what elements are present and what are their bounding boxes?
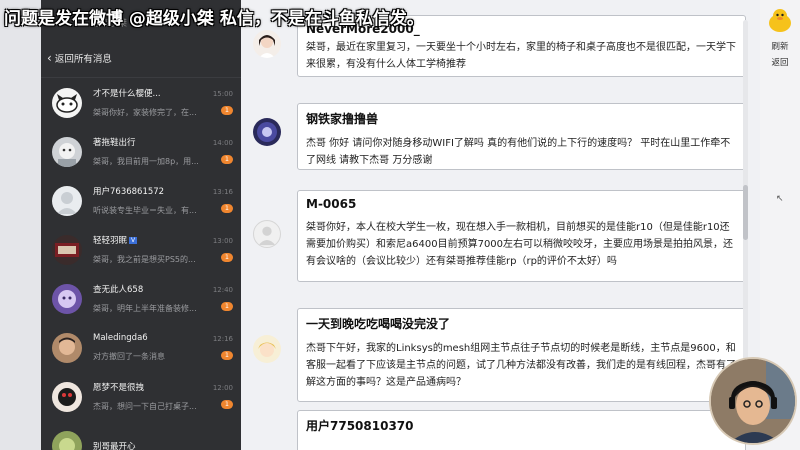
conversation-preview: 桀哥，明年上半年准备装修... bbox=[93, 304, 197, 313]
conversation-name: 才不是什么樱便... bbox=[93, 89, 161, 99]
conversation-preview: 桀哥，我之前是想买PS5的... bbox=[93, 255, 196, 264]
unread-badge: 1 bbox=[221, 351, 233, 360]
unread-badge: 1 bbox=[221, 302, 233, 311]
conversation-preview: 桀哥，我目前用一加8p，用... bbox=[93, 157, 199, 166]
conversation-time: 12:40 bbox=[212, 286, 233, 294]
message-item: 一天到晚吃吃喝喝没完没了 杰哥下午好，我家的Linksys的mesh组网主节点往… bbox=[253, 308, 747, 403]
avatar bbox=[253, 220, 281, 248]
avatar bbox=[52, 185, 82, 216]
conversation-name: 著拖鞋出行 bbox=[93, 138, 136, 148]
conversation-item[interactable]: Maledingda6 对方撤回了一条消息 12:16 1 bbox=[41, 323, 241, 372]
message-sender: 用户7750810370 bbox=[306, 419, 414, 433]
message-sender: 一天到晚吃吃喝喝没完没了 bbox=[306, 317, 451, 331]
conversation-name: 别哥最开心 bbox=[93, 441, 136, 450]
scrollbar-thumb[interactable] bbox=[743, 185, 748, 240]
avatar bbox=[52, 332, 82, 363]
conversation-sidebar: 超级小桀 ‹ 返回所有消息 才不是什么樱便... 桀哥你好，家装修完了，在...… bbox=[41, 0, 241, 450]
unread-badge: 1 bbox=[221, 106, 233, 115]
avatar bbox=[52, 283, 82, 314]
conversation-name: 查无此人658 bbox=[93, 285, 144, 295]
conversation-item[interactable]: 查无此人658 桀哥，明年上半年准备装修... 12:40 1 bbox=[41, 274, 241, 323]
conversation-name-row: 轻轻羽眠 V bbox=[93, 234, 211, 246]
conversation-preview: 对方撤回了一条消息 bbox=[93, 352, 165, 361]
unread-badge: 1 bbox=[221, 204, 233, 213]
conversation-item[interactable]: 用户7636861572 听说装专生毕业＝失业，有... 13:16 1 bbox=[41, 176, 241, 225]
message-item: 钢铁家撸撸兽 杰哥 你好 请问你对随身移动WIFI了解吗 真的有他们说的上下行的… bbox=[253, 100, 747, 170]
webcam-overlay bbox=[709, 357, 797, 445]
avatar bbox=[52, 234, 82, 265]
conversation-time: 12:00 bbox=[212, 384, 233, 392]
conversation-time: 15:00 bbox=[212, 90, 233, 98]
message-item: M-0065 桀哥你好，本人在校大学生一枚，现在想入手一款相机，目前想买的是佳能… bbox=[253, 190, 747, 285]
message-card[interactable]: M-0065 桀哥你好，本人在校大学生一枚，现在想入手一款相机，目前想买的是佳能… bbox=[297, 190, 746, 282]
conversation-preview: 听说装专生毕业＝失业，有... bbox=[93, 206, 197, 215]
conversation-preview: 杰哥，想问一下自己打桌子... bbox=[93, 402, 197, 411]
conversation-time: 13:00 bbox=[212, 237, 233, 245]
message-body: 桀哥，最近在家里复习，一天要坐十个小时左右，家里的椅子和桌子高度也不是很匹配，一… bbox=[306, 42, 736, 70]
back-to-all-messages[interactable]: ‹ 返回所有消息 bbox=[41, 38, 241, 78]
streamer-avatar bbox=[711, 359, 795, 443]
mouse-cursor-icon: ↖ bbox=[776, 194, 784, 204]
conversation-item[interactable]: 轻轻羽眠 V 桀哥，我之前是想买PS5的... 13:00 1 bbox=[41, 225, 241, 274]
duck-logo-icon bbox=[769, 9, 791, 32]
avatar bbox=[253, 118, 281, 146]
conversation-name: 愿梦不是很拽 bbox=[93, 383, 145, 393]
unread-badge: 1 bbox=[221, 155, 233, 164]
avatar bbox=[52, 87, 82, 118]
avatar bbox=[52, 430, 82, 450]
conversation-item[interactable]: 愿梦不是很拽 杰哥，想问一下自己打桌子... 12:00 1 bbox=[41, 372, 241, 421]
conversation-time: 12:16 bbox=[212, 335, 233, 343]
message-card[interactable]: 一天到晚吃吃喝喝没完没了 杰哥下午好，我家的Linksys的mesh组网主节点往… bbox=[297, 308, 746, 402]
conversation-time: 13:16 bbox=[212, 188, 233, 196]
avatar bbox=[52, 136, 82, 167]
refresh-button[interactable]: 刷新 bbox=[760, 40, 800, 52]
avatar bbox=[253, 30, 281, 58]
message-body: 杰哥下午好，我家的Linksys的mesh组网主节点往子节点切的时候老是断线，主… bbox=[306, 343, 736, 388]
conversation-item[interactable]: 别哥最开心 bbox=[41, 421, 241, 450]
overlay-caption: 问题是发在微博 @超级小桀 私信，不是在斗鱼私信发。 bbox=[4, 9, 424, 29]
chevron-left-icon: ‹ bbox=[47, 50, 52, 65]
conversation-name: Maledingda6 bbox=[93, 333, 148, 343]
unread-badge: 1 bbox=[221, 400, 233, 409]
conversation-name: 轻轻羽眠 bbox=[93, 236, 128, 246]
conversation-preview: 桀哥你好，家装修完了，在... bbox=[93, 108, 197, 117]
message-card[interactable]: 钢铁家撸撸兽 杰哥 你好 请问你对随身移动WIFI了解吗 真的有他们说的上下行的… bbox=[297, 103, 746, 170]
message-sender: M-0065 bbox=[306, 197, 357, 211]
message-feed: NeverMore2000_ 桀哥，最近在家里复习，一天要坐十个小时左右，家里的… bbox=[241, 0, 760, 450]
message-body: 桀哥你好，本人在校大学生一枚，现在想入手一款相机，目前想买的是佳能r10（但是佳… bbox=[306, 222, 734, 267]
back-label: 返回所有消息 bbox=[54, 53, 112, 65]
message-card[interactable]: 用户7750810370 bbox=[297, 410, 746, 450]
avatar bbox=[52, 381, 82, 412]
message-body: 杰哥 你好 请问你对随身移动WIFI了解吗 真的有他们说的上下行的速度吗？ 平时… bbox=[306, 138, 731, 166]
unread-badge: 1 bbox=[221, 253, 233, 262]
conversation-item[interactable]: 著拖鞋出行 桀哥，我目前用一加8p，用... 14:00 1 bbox=[41, 127, 241, 176]
message-item: 用户7750810370 bbox=[253, 410, 747, 450]
message-sender: 钢铁家撸撸兽 bbox=[306, 112, 379, 126]
back-button[interactable]: 返回 bbox=[760, 56, 800, 68]
verified-tag: V bbox=[129, 237, 138, 244]
conversation-item[interactable]: 才不是什么樱便... 桀哥你好，家装修完了，在... 15:00 1 bbox=[41, 78, 241, 127]
conversation-name: 用户7636861572 bbox=[93, 187, 165, 197]
conversation-time: 14:00 bbox=[212, 139, 233, 147]
avatar bbox=[253, 335, 281, 363]
